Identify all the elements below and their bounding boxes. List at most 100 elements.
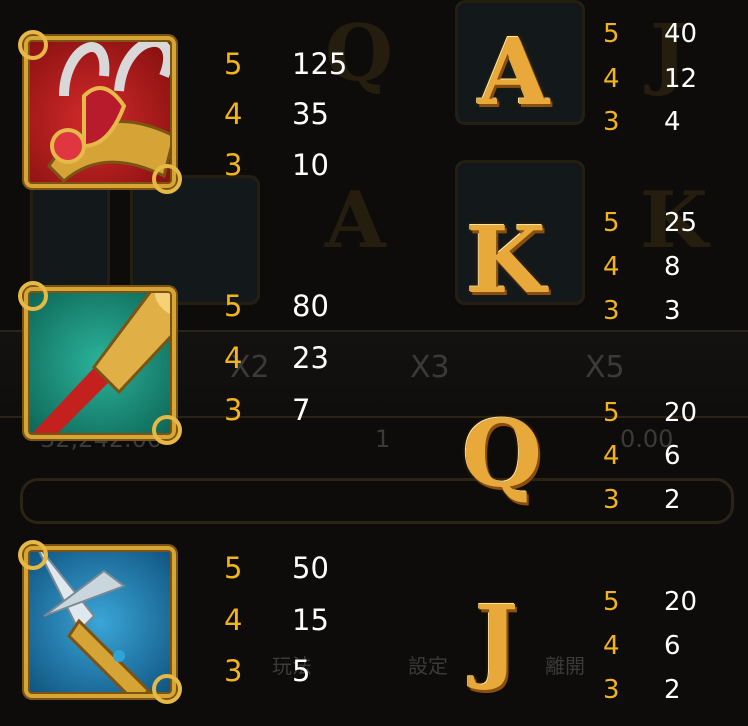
pay-row: 15 bbox=[292, 603, 329, 637]
pay-row: 5 bbox=[603, 398, 620, 428]
pay-count: 5 bbox=[603, 398, 620, 428]
pay-count: 5 bbox=[224, 289, 243, 323]
pay-value: 8 bbox=[664, 252, 681, 282]
pay-row: 6 bbox=[664, 631, 681, 661]
pay-value: 6 bbox=[664, 631, 681, 661]
ornament-icon bbox=[18, 30, 48, 60]
bg-control-frame bbox=[20, 478, 734, 524]
pay-value: 6 bbox=[664, 441, 681, 471]
pay-row: 10 bbox=[292, 148, 329, 182]
pay-value: 125 bbox=[292, 47, 348, 81]
pay-count: 3 bbox=[224, 654, 243, 688]
pay-count: 5 bbox=[603, 19, 620, 49]
pay-row: 3 bbox=[224, 654, 242, 688]
pay-row: 4 bbox=[664, 107, 681, 137]
pay-count: 3 bbox=[603, 107, 620, 137]
pay-value: 35 bbox=[292, 97, 329, 131]
pay-count: 4 bbox=[224, 97, 243, 131]
ornament-icon bbox=[152, 164, 182, 194]
pay-count: 5 bbox=[603, 208, 620, 238]
pay-value: 40 bbox=[664, 19, 698, 49]
pay-row: 4 bbox=[603, 252, 620, 282]
pay-row: 3 bbox=[603, 107, 620, 137]
pay-row: 7 bbox=[292, 393, 310, 427]
bg-reel-tile bbox=[130, 175, 260, 305]
pay-row: 5 bbox=[603, 208, 620, 238]
ornament-icon bbox=[18, 281, 48, 311]
pay-row: 4 bbox=[603, 631, 620, 661]
pay-row: 20 bbox=[664, 398, 697, 428]
pay-row: 125 bbox=[292, 47, 347, 81]
pay-row: 23 bbox=[292, 341, 329, 375]
pay-value: 2 bbox=[664, 485, 681, 515]
pay-count: 4 bbox=[603, 631, 620, 661]
pay-value: 10 bbox=[292, 148, 329, 182]
symbol-letter-q: Q bbox=[462, 400, 543, 508]
symbol-phoenix-crown bbox=[18, 30, 182, 194]
pay-row: 35 bbox=[292, 97, 329, 131]
pay-row: 4 bbox=[603, 441, 620, 471]
pay-row: 3 bbox=[664, 296, 681, 326]
bg-menu-exit: 離開 bbox=[545, 654, 585, 678]
pay-value: 2 bbox=[664, 675, 681, 705]
bg-bet: 1 bbox=[375, 425, 391, 453]
pay-value: 12 bbox=[664, 64, 698, 94]
pay-row: 3 bbox=[603, 485, 620, 515]
symbol-letter-k: K bbox=[466, 206, 546, 314]
pay-value: 4 bbox=[664, 107, 681, 137]
pay-row: 6 bbox=[664, 441, 681, 471]
pay-row: 25 bbox=[664, 208, 697, 238]
symbol-frame bbox=[24, 287, 176, 439]
pay-row: 80 bbox=[292, 289, 329, 323]
pay-value: 20 bbox=[664, 587, 698, 617]
symbol-letter-j: J bbox=[475, 585, 519, 693]
ornament-icon bbox=[152, 674, 182, 704]
pay-count: 4 bbox=[603, 441, 620, 471]
bg-menu-settings: 設定 bbox=[408, 654, 448, 678]
symbol-letter-a: A bbox=[478, 18, 550, 126]
pay-value: 50 bbox=[292, 551, 329, 585]
pay-count: 3 bbox=[224, 393, 243, 427]
ornament-icon bbox=[152, 415, 182, 445]
ornament-icon bbox=[18, 540, 48, 570]
pay-value: 23 bbox=[292, 341, 329, 375]
pay-row: 8 bbox=[664, 252, 681, 282]
pay-row: 2 bbox=[664, 675, 681, 705]
pay-row: 5 bbox=[224, 47, 242, 81]
bg-multiplier: X3 bbox=[410, 350, 450, 385]
pay-row: 12 bbox=[664, 64, 697, 94]
pay-row: 40 bbox=[664, 19, 697, 49]
symbol-golden-staff bbox=[18, 281, 182, 445]
symbol-frame bbox=[24, 36, 176, 188]
pay-value: 7 bbox=[292, 393, 311, 427]
pay-row: 20 bbox=[664, 587, 697, 617]
symbol-spear-blade bbox=[18, 540, 182, 704]
pay-row: 4 bbox=[224, 603, 242, 637]
pay-row: 3 bbox=[224, 393, 242, 427]
pay-row: 4 bbox=[224, 341, 242, 375]
pay-count: 3 bbox=[603, 296, 620, 326]
pay-row: 2 bbox=[664, 485, 681, 515]
pay-count: 5 bbox=[603, 587, 620, 617]
pay-value: 3 bbox=[664, 296, 681, 326]
pay-value: 25 bbox=[664, 208, 698, 238]
pay-row: 4 bbox=[224, 97, 242, 131]
pay-count: 3 bbox=[603, 675, 620, 705]
pay-row: 4 bbox=[603, 64, 620, 94]
pay-row: 3 bbox=[603, 296, 620, 326]
pay-row: 5 bbox=[224, 289, 242, 323]
pay-row: 3 bbox=[603, 675, 620, 705]
pay-count: 4 bbox=[224, 603, 243, 637]
symbol-frame bbox=[24, 546, 176, 698]
pay-value: 15 bbox=[292, 603, 329, 637]
pay-value: 5 bbox=[292, 654, 311, 688]
pay-count: 4 bbox=[603, 252, 620, 282]
pay-count: 3 bbox=[224, 148, 243, 182]
pay-row: 50 bbox=[292, 551, 329, 585]
pay-count: 5 bbox=[224, 47, 243, 81]
pay-row: 5 bbox=[224, 551, 242, 585]
pay-value: 20 bbox=[664, 398, 698, 428]
pay-count: 4 bbox=[603, 64, 620, 94]
pay-count: 3 bbox=[603, 485, 620, 515]
pay-row: 3 bbox=[224, 148, 242, 182]
